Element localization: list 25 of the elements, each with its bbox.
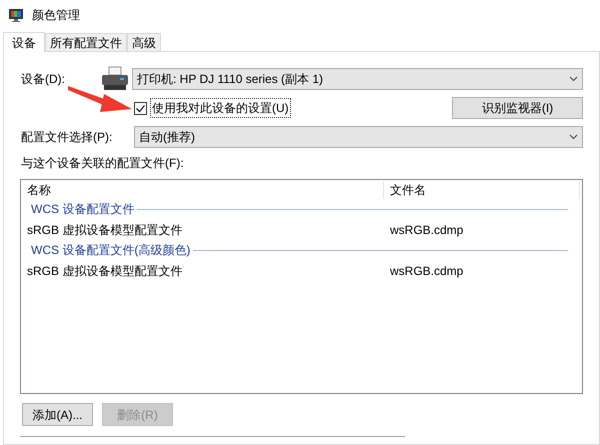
chevron-down-icon [569,76,578,82]
profile-file[interactable]: wsRGB.cdmp [384,262,464,280]
profile-name[interactable]: sRGB 虚拟设备模型配置文件 [21,262,384,280]
list-action-button[interactable]: 添加(A)... [22,403,93,426]
dropdown[interactable]: 自动(推荐) [134,126,583,148]
identify-monitors-button[interactable]: 识别监视器(I) [452,97,583,119]
tab[interactable]: 高级 [127,33,161,51]
column-header[interactable]: 名称 [21,181,384,199]
checkbox-label[interactable]: 使用我对此设备的设置(U) [150,98,291,118]
associated-profiles-label: 与这个设备关联的配置文件(F): [20,155,185,172]
tab[interactable]: 所有配置文件 [45,33,127,51]
device-label: 设备(D): [20,71,66,88]
checkbox[interactable] [134,102,147,114]
monitor-icon [8,7,24,23]
printer-icon [100,66,130,92]
window-title: 颜色管理 [32,7,80,24]
dropdown[interactable]: 打印机: HP DJ 1110 series (副本 1) [132,68,583,90]
chevron-down-icon [569,134,578,140]
column-header[interactable]: 文件名 [384,181,580,199]
profile-file[interactable]: wsRGB.cdmp [384,220,464,238]
profile-selection-label: 配置文件选择(P): [20,129,114,146]
group-header: WCS 设备配置文件(高级颜色) [31,242,190,259]
profile-name[interactable]: sRGB 虚拟设备模型配置文件 [21,220,384,238]
tab[interactable]: 设备 [3,32,45,52]
group-header: WCS 设备配置文件 [31,201,134,218]
